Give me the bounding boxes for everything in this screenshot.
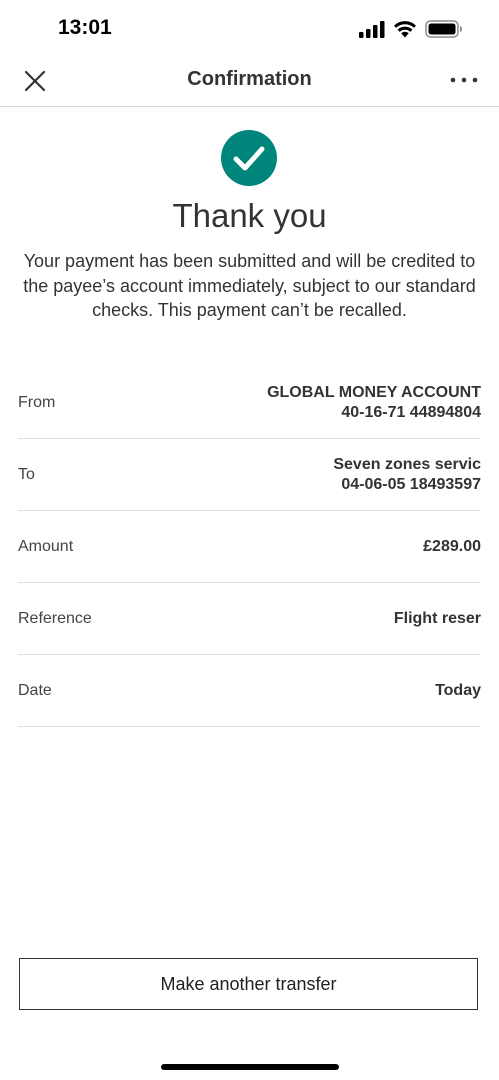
detail-row-reference: Reference Flight reser [18,583,481,655]
from-value: GLOBAL MONEY ACCOUNT 40-16-71 44894804 [267,367,481,438]
date-label: Date [18,682,52,699]
success-title: Thank you [172,197,327,234]
success-message: Your payment has been submitted and will… [23,251,476,320]
amount-value: £289.00 [423,537,481,555]
wifi-icon [393,20,417,43]
detail-row-date: Date Today [18,655,481,727]
more-options-button[interactable] [447,67,481,93]
from-account-name: GLOBAL MONEY ACCOUNT [267,383,481,401]
detail-row-from: From GLOBAL MONEY ACCOUNT 40-16-71 44894… [18,367,481,439]
to-label: To [18,466,35,483]
reference-value: Flight reser [393,609,481,627]
detail-row-to: To Seven zones servic 04-06-05 18493597 [18,439,481,511]
success-badge [221,130,277,186]
detail-row-amount: Amount £289.00 [18,511,481,583]
battery-icon [425,20,463,43]
from-account-number: 40-16-71 44894804 [341,403,481,421]
more-options-icon [447,77,481,97]
header: Confirmation [0,55,499,107]
reference-label: Reference [18,610,92,627]
status-bar: 13:01 [0,0,499,60]
status-icons [359,20,463,43]
to-value: Seven zones servic 04-06-05 18493597 [333,439,481,510]
payment-details: From GLOBAL MONEY ACCOUNT 40-16-71 44894… [18,367,481,727]
page-title: Confirmation [187,68,312,90]
date-value: Today [435,681,481,699]
make-another-transfer-button[interactable]: Make another transfer [19,958,478,1010]
checkmark-icon [221,146,277,190]
cellular-signal-icon [359,20,385,43]
amount-label: Amount [18,538,74,555]
from-label: From [18,394,56,411]
status-time: 13:01 [58,16,112,39]
home-indicator[interactable] [161,1064,339,1070]
to-account-number: 04-06-05 18493597 [341,475,481,493]
to-payee-name: Seven zones servic [333,455,481,473]
